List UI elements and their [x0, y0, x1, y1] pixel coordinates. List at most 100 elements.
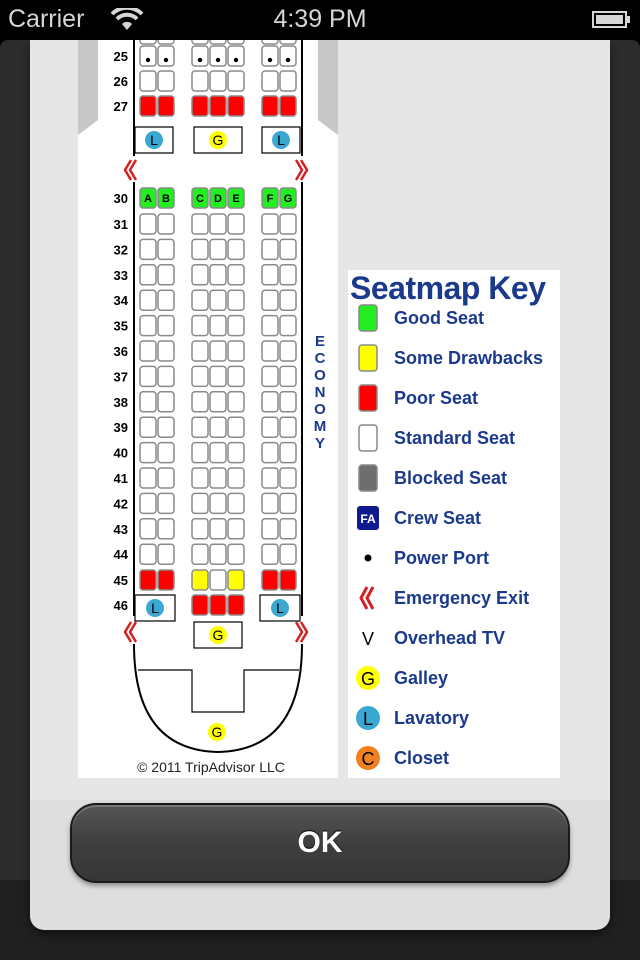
- seat: [139, 416, 157, 438]
- seat: [157, 365, 175, 388]
- row-number: 38: [114, 395, 128, 410]
- seat: [139, 441, 157, 464]
- key-item-label: Galley: [394, 668, 449, 688]
- seat: [157, 264, 175, 286]
- seatmap-image[interactable]: 25 26 27 L G L 30 A B C D E F G 31 32 33 34 35 36 37 38 39 40 41…: [78, 40, 338, 778]
- poor-seat-icon: [358, 384, 378, 412]
- seat: [279, 213, 297, 235]
- key-item: Power Port: [348, 544, 560, 580]
- seat: [209, 391, 227, 413]
- seat: [279, 365, 297, 388]
- seat: [191, 467, 209, 489]
- seat: [227, 289, 245, 311]
- svg-text:G: G: [361, 669, 375, 689]
- row-number: 37: [114, 369, 128, 384]
- galley-letter: G: [213, 132, 224, 148]
- lavatory-letter: L: [276, 600, 284, 616]
- seat: [227, 391, 245, 413]
- seat: [209, 543, 227, 565]
- seat: [157, 289, 175, 311]
- seat: [209, 365, 227, 388]
- seat: [261, 416, 279, 438]
- seat: [209, 238, 227, 261]
- seat: [227, 340, 245, 362]
- seat: [279, 70, 297, 92]
- seat: [261, 45, 279, 67]
- seat: [191, 416, 209, 438]
- seat: [209, 45, 227, 67]
- emergency-exit-icon: [359, 586, 375, 610]
- seat: [191, 40, 209, 45]
- seat: [261, 391, 279, 413]
- seat: [279, 340, 297, 362]
- battery-icon: [592, 11, 630, 28]
- seat: [139, 289, 157, 311]
- seat: [261, 264, 279, 286]
- wing-left: [78, 40, 98, 135]
- key-item: Poor Seat: [348, 384, 560, 420]
- seat: [261, 238, 279, 261]
- seat: [191, 213, 209, 235]
- clock: 4:39 PM: [273, 5, 367, 33]
- seat: [191, 95, 209, 117]
- seat: [157, 518, 175, 540]
- seat: [157, 492, 175, 515]
- row-number: 31: [114, 217, 128, 232]
- key-item: Some Drawbacks: [348, 344, 560, 380]
- seat: [279, 45, 297, 67]
- seat: [139, 45, 157, 67]
- seat: [227, 314, 245, 337]
- crew-seat-icon: FA: [357, 506, 379, 530]
- key-item: L Lavatory: [348, 704, 560, 740]
- key-item-label: Good Seat: [394, 308, 485, 328]
- seat: [261, 40, 279, 45]
- row-number: 42: [114, 496, 128, 511]
- seat: [139, 213, 157, 235]
- row-number: 40: [114, 446, 128, 461]
- seat: [157, 441, 175, 464]
- key-item-label: Closet: [394, 748, 450, 768]
- seat: [139, 40, 157, 45]
- cabin-label-letter: O: [314, 367, 326, 384]
- seat: [279, 314, 297, 337]
- seat: [157, 213, 175, 235]
- overhead-tv-icon: V: [362, 629, 374, 649]
- seat: [157, 391, 175, 413]
- seat: [139, 238, 157, 261]
- seat: [139, 70, 157, 92]
- galley-outline: [138, 669, 299, 713]
- seat: [191, 441, 209, 464]
- seat: [209, 40, 227, 45]
- seat: [227, 543, 245, 565]
- lavatory-letter: L: [277, 132, 285, 148]
- seat: [279, 543, 297, 565]
- seatmap-drawing: 252627L G L30 A B C D E F G3132333435363738394041…: [78, 40, 338, 775]
- row-number: 41: [114, 471, 128, 486]
- seat: [209, 95, 227, 117]
- seat: [209, 213, 227, 235]
- seat: [139, 391, 157, 413]
- row-number: 30: [114, 191, 128, 206]
- seat: [261, 492, 279, 515]
- seat: [209, 594, 227, 616]
- seat: [279, 289, 297, 311]
- seat: [191, 264, 209, 286]
- power-port-icon: [364, 554, 372, 562]
- key-item: G Galley: [348, 664, 560, 700]
- power-port-icon: [215, 57, 221, 63]
- key-item-label: Lavatory: [394, 708, 470, 728]
- power-port-icon: [197, 57, 203, 63]
- seat: [157, 416, 175, 438]
- seat: [139, 314, 157, 337]
- seat: [191, 492, 209, 515]
- seat: [227, 518, 245, 540]
- svg-text:L: L: [363, 709, 373, 729]
- key-item: Blocked Seat: [348, 464, 560, 500]
- ok-button[interactable]: OK: [70, 803, 570, 883]
- wing-right: [318, 40, 338, 135]
- row-number: 32: [114, 242, 128, 257]
- seat: [191, 365, 209, 388]
- seat: [227, 365, 245, 388]
- lavatory-letter: L: [151, 600, 159, 616]
- seat: [227, 441, 245, 464]
